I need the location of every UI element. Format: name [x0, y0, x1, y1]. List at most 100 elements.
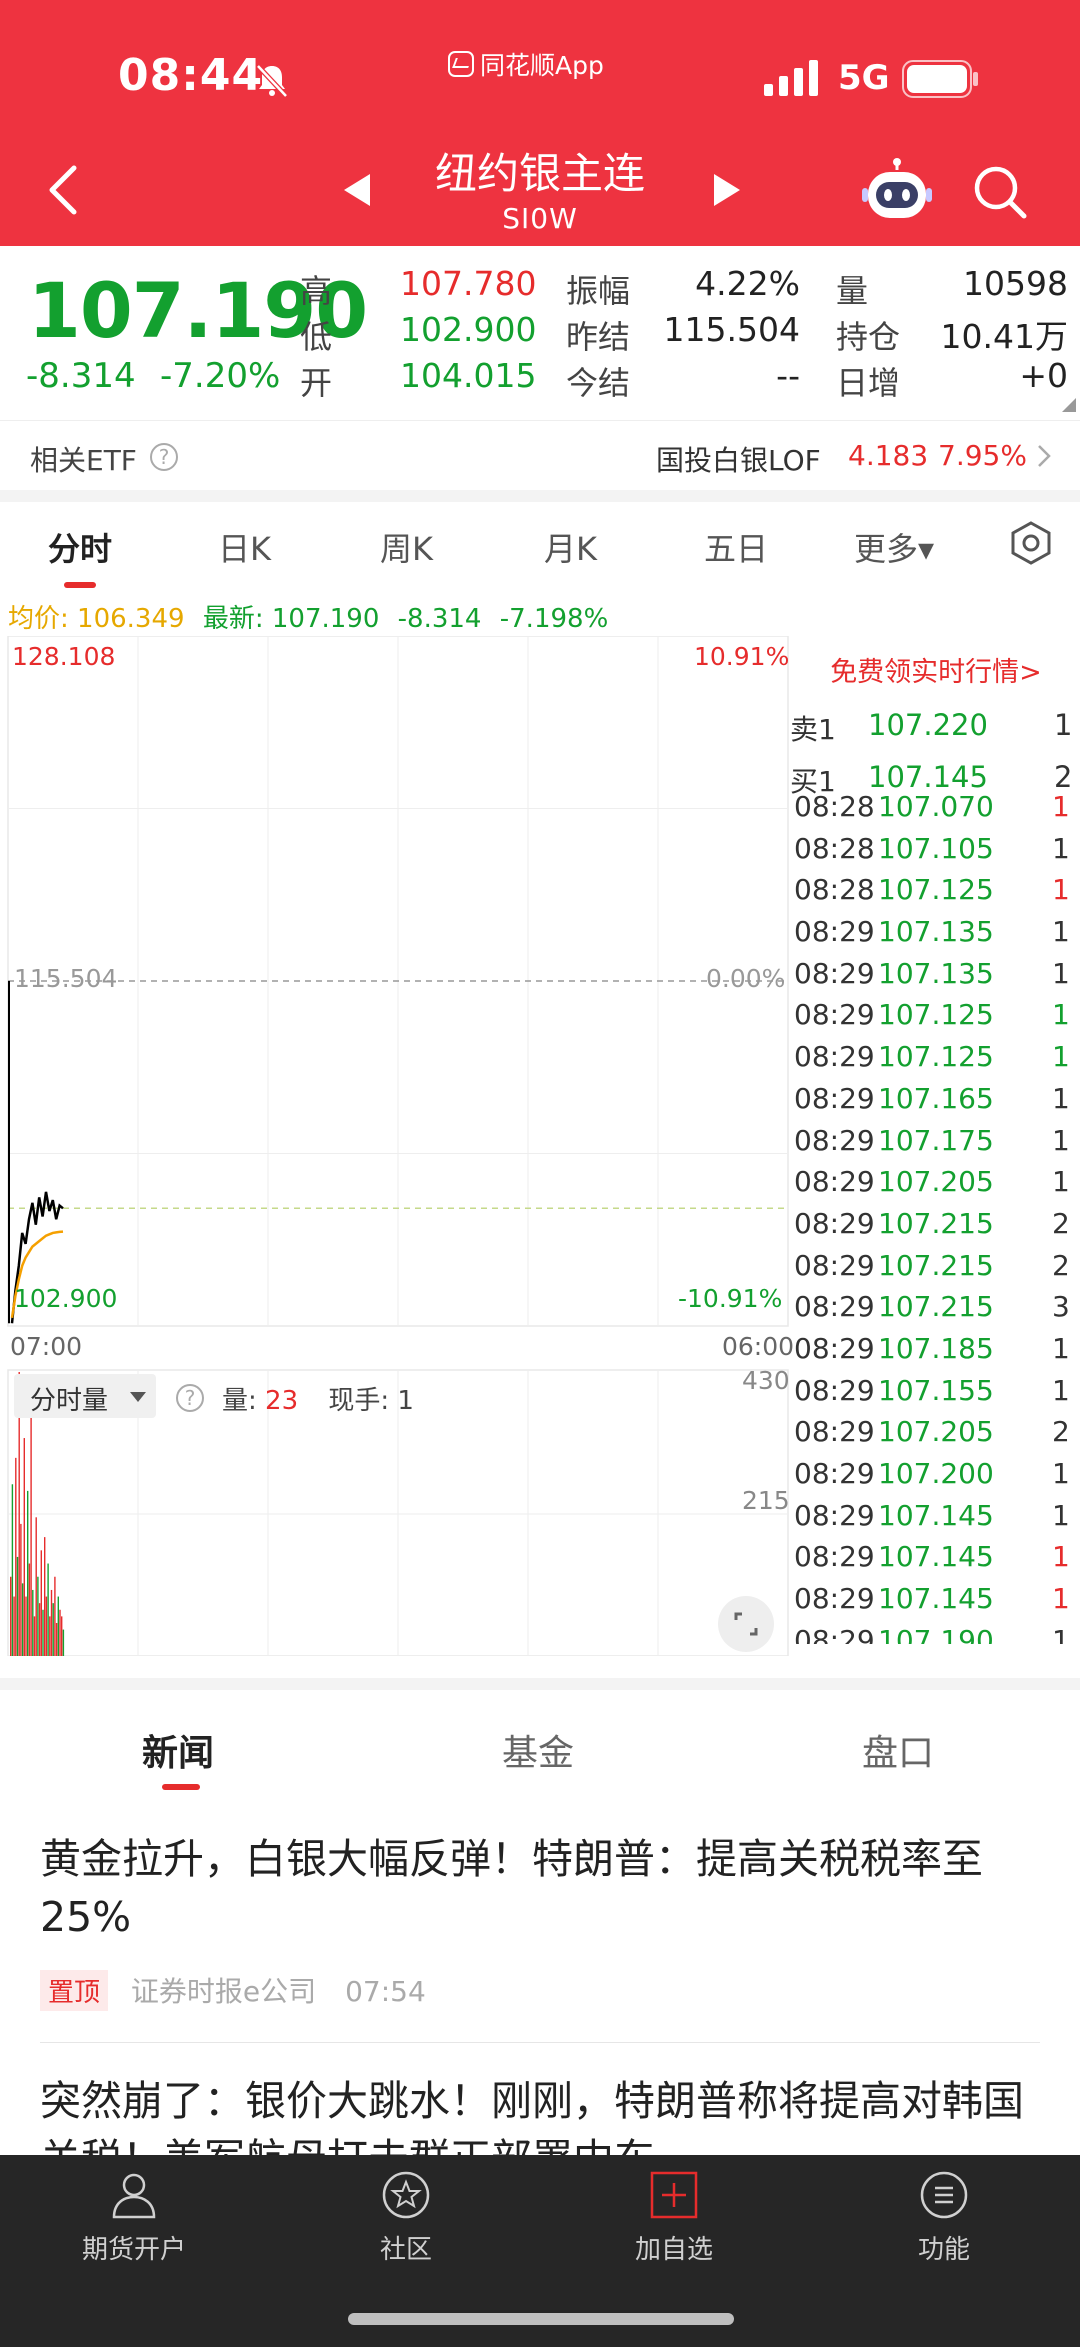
tick-row: 08:29 107.155 1: [790, 1370, 1080, 1412]
robot-assistant-icon[interactable]: [862, 158, 932, 224]
tab-monthly-k[interactable]: 月K: [544, 524, 597, 570]
prev-contract-icon[interactable]: [340, 170, 374, 210]
news-divider: [40, 2042, 1040, 2043]
status-time: 08:44: [118, 50, 264, 101]
volume-bar: [47, 1563, 49, 1656]
free-realtime-link[interactable]: 免费领实时行情>: [796, 650, 1076, 689]
prev-settle-value: 115.504: [663, 310, 800, 349]
app-header: 08:44 同花顺App 5G 纽约银主连 SI0W: [0, 0, 1080, 246]
tick-price: 107.165: [878, 1081, 994, 1115]
tick-price: 107.205: [878, 1165, 994, 1199]
nav-add-watchlist[interactable]: 加自选: [574, 2167, 774, 2266]
volume-bar: [11, 1484, 14, 1656]
tick-time: 08:29: [794, 1081, 875, 1115]
tick-time: 08:29: [794, 998, 875, 1032]
tick-row: 08:28 107.070 1: [790, 786, 1080, 828]
related-etf-row[interactable]: 相关ETF ? 国投白银LOF 4.183 7.95%: [0, 420, 1080, 490]
volume-bar: [57, 1596, 59, 1656]
tick-time: 08:29: [794, 1415, 875, 1449]
volume-help-icon[interactable]: ?: [176, 1384, 204, 1412]
volume-value: 10598: [963, 264, 1068, 303]
tab-weekly-k[interactable]: 周K: [380, 524, 433, 570]
tick-time: 08:29: [794, 1623, 875, 1644]
tab-intraday[interactable]: 分时: [48, 524, 112, 570]
fullscreen-icon[interactable]: [718, 1596, 774, 1652]
search-icon[interactable]: [972, 164, 1028, 220]
nav-open-account[interactable]: 期货开户: [34, 2167, 234, 2266]
tick-price: 107.185: [878, 1331, 994, 1365]
sell1-qty: 1: [1054, 708, 1073, 742]
tick-time: 08:29: [794, 1123, 875, 1157]
tick-price: 107.175: [878, 1123, 994, 1157]
expand-corner-icon[interactable]: [1062, 398, 1076, 412]
tick-price: 107.215: [878, 1206, 994, 1240]
tick-row: 08:29 107.205 1: [790, 1161, 1080, 1203]
home-indicator[interactable]: [348, 2313, 734, 2325]
tab-orderbook[interactable]: 盘口: [862, 1724, 934, 1776]
app-badge[interactable]: 同花顺App: [448, 46, 604, 82]
tab-more[interactable]: 更多▾: [854, 524, 934, 570]
vol-hand: 1: [397, 1386, 414, 1416]
tick-time: 08:29: [794, 1498, 875, 1532]
app-logo-icon: [448, 51, 474, 77]
tick-qty: 1: [1052, 873, 1070, 907]
add-square-icon: [650, 2171, 698, 2219]
y-min-label: 102.900: [14, 1284, 118, 1313]
intraday-chart[interactable]: [0, 636, 790, 1656]
nav-functions[interactable]: 功能: [844, 2167, 1044, 2266]
pct-max-label: 10.91%: [694, 642, 790, 671]
tick-row: 08:28 107.105 1: [790, 828, 1080, 870]
volume-bar: [32, 1589, 34, 1656]
next-contract-icon[interactable]: [710, 170, 744, 210]
volume-bar: [38, 1603, 41, 1656]
tick-qty: 1: [1052, 1081, 1070, 1115]
tick-row: 08:29 107.185 1: [790, 1328, 1080, 1370]
tick-price: 107.070: [878, 790, 994, 823]
volume-indicator-select[interactable]: 分时量: [14, 1374, 156, 1418]
tick-time: 08:29: [794, 1290, 875, 1324]
volume-bar: [23, 1438, 25, 1656]
settings-hex-icon[interactable]: [1008, 520, 1054, 566]
tick-list[interactable]: 08:28 107.070 1 08:28 107.105 1 08:28 107.125 1 0…: [790, 786, 1080, 1644]
user-card-icon: [112, 2173, 156, 2219]
back-icon[interactable]: [40, 160, 90, 220]
tick-time: 08:29: [794, 1206, 875, 1240]
position-label: 持仓: [836, 318, 901, 356]
help-icon[interactable]: ?: [150, 443, 178, 471]
contract-code: SI0W: [502, 202, 578, 235]
tick-price: 107.125: [878, 873, 994, 907]
tab-five-day[interactable]: 五日: [704, 524, 768, 570]
etf-name: 国投白银LOF: [656, 444, 821, 477]
page-title: 纽约银主连: [434, 149, 645, 198]
tab-daily-k[interactable]: 日K: [218, 524, 271, 570]
low-label: 低: [300, 318, 333, 356]
volume-bar: [16, 1556, 19, 1656]
volume-label: 量: [836, 272, 869, 310]
latest-label: 最新:: [202, 604, 264, 634]
volume-info: 量: 23 现手: 1: [222, 1380, 414, 1417]
tick-qty: 1: [1052, 915, 1070, 949]
high-label: 高: [300, 272, 333, 310]
tick-qty: 1: [1052, 1165, 1070, 1199]
tick-qty: 1: [1052, 1123, 1070, 1157]
news-item-title[interactable]: 黄金拉升，白银大幅反弹！特朗普：提高关税税率至25%: [40, 1830, 1040, 1946]
tick-time: 08:29: [794, 1040, 875, 1074]
avg-value: 106.349: [77, 604, 185, 634]
tab-fund[interactable]: 基金: [502, 1724, 574, 1776]
tick-price: 107.125: [878, 1040, 994, 1074]
nav-community[interactable]: 社区: [306, 2167, 506, 2266]
volume-bar: [52, 1603, 54, 1656]
tick-time: 08:28: [794, 873, 875, 907]
tick-price: 107.145: [878, 1540, 994, 1574]
position-value: 10.41万: [940, 317, 1068, 356]
tick-row: 08:29 107.165 1: [790, 1078, 1080, 1120]
tick-row: 08:29 107.135 1: [790, 911, 1080, 953]
volume-bar: [33, 1616, 36, 1656]
nav-community-label: 社区: [379, 2235, 432, 2265]
tick-row: 08:28 107.125 1: [790, 869, 1080, 911]
app-badge-label: 同花顺App: [480, 51, 604, 80]
tick-qty: 1: [1052, 1040, 1070, 1074]
price-change-pct: -7.20%: [160, 356, 281, 396]
tab-news[interactable]: 新闻: [142, 1724, 214, 1776]
open-label: 开: [300, 364, 333, 402]
